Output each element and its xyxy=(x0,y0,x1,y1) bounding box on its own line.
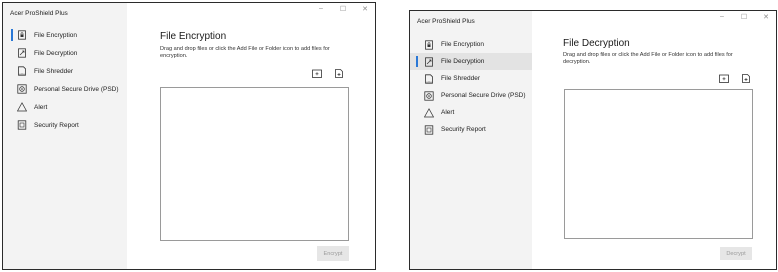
page-title: File Encryption xyxy=(160,31,227,42)
page-description: Drag and drop files or click the Add Fil… xyxy=(160,46,330,59)
security-report-icon xyxy=(17,120,27,130)
sidebar: Acer ProShield Plus File Encryption File… xyxy=(3,3,127,269)
main-panel: File Encryption Drag and drop files or c… xyxy=(127,3,375,269)
page-description: Drag and drop files or click the Add Fil… xyxy=(563,52,733,65)
main-panel: File Decryption Drag and drop files or c… xyxy=(532,11,776,269)
file-drop-zone[interactable] xyxy=(564,89,753,239)
sidebar-item-label: Alert xyxy=(441,109,455,116)
alert-triangle-icon xyxy=(17,102,27,112)
add-file-icon[interactable] xyxy=(334,69,344,78)
sidebar-item-security-report[interactable]: Security Report xyxy=(410,121,532,138)
sidebar-item-label: File Shredder xyxy=(441,75,481,82)
add-folder-icon[interactable] xyxy=(719,74,729,83)
sidebar-item-label: File Decryption xyxy=(441,58,485,65)
decryption-window: Acer ProShield Plus File Encryption File… xyxy=(409,10,777,270)
file-unlock-icon xyxy=(424,56,434,67)
sidebar-item-file-decryption[interactable]: File Decryption xyxy=(3,44,127,62)
sidebar-item-label: Personal Secure Drive (PSD) xyxy=(441,92,526,99)
sidebar-item-label: Alert xyxy=(34,103,48,111)
sidebar-item-label: Personal Secure Drive (PSD) xyxy=(34,85,119,93)
sidebar-item-file-decryption[interactable]: File Decryption xyxy=(410,53,532,70)
shredder-icon xyxy=(17,66,27,76)
sidebar-item-label: Security Report xyxy=(441,126,486,133)
add-folder-icon[interactable] xyxy=(312,69,322,78)
sidebar-nav: File Encryption File Decryption File Shr… xyxy=(410,36,532,138)
encrypt-button[interactable]: Encrypt xyxy=(317,246,349,261)
sidebar-item-psd[interactable]: Personal Secure Drive (PSD) xyxy=(410,87,532,104)
page-title: File Decryption xyxy=(563,38,630,49)
alert-triangle-icon xyxy=(424,107,434,118)
sidebar-nav: File Encryption File Decryption File Shr… xyxy=(3,26,127,134)
shredder-icon xyxy=(424,73,434,84)
security-report-icon xyxy=(424,124,434,135)
secure-drive-icon xyxy=(17,84,27,94)
sidebar-item-psd[interactable]: Personal Secure Drive (PSD) xyxy=(3,80,127,98)
sidebar-item-label: File Shredder xyxy=(34,67,74,75)
encryption-window: Acer ProShield Plus File Encryption File… xyxy=(2,2,376,270)
sidebar-item-label: File Encryption xyxy=(34,31,77,39)
sidebar-item-alert[interactable]: Alert xyxy=(410,104,532,121)
sidebar-item-label: File Decryption xyxy=(34,49,78,57)
secure-drive-icon xyxy=(424,90,434,101)
sidebar-item-file-shredder[interactable]: File Shredder xyxy=(3,62,127,80)
decrypt-button[interactable]: Decrypt xyxy=(720,247,752,260)
sidebar: Acer ProShield Plus File Encryption File… xyxy=(410,11,532,269)
file-drop-zone[interactable] xyxy=(160,87,349,241)
sidebar-item-security-report[interactable]: Security Report xyxy=(3,116,127,134)
sidebar-item-file-encryption[interactable]: File Encryption xyxy=(3,26,127,44)
file-lock-icon xyxy=(424,39,434,50)
sidebar-item-file-shredder[interactable]: File Shredder xyxy=(410,70,532,87)
sidebar-item-label: File Encryption xyxy=(441,41,484,48)
sidebar-item-alert[interactable]: Alert xyxy=(3,98,127,116)
file-unlock-icon xyxy=(17,48,27,58)
sidebar-item-label: Security Report xyxy=(34,121,79,129)
file-lock-icon xyxy=(17,30,27,40)
add-file-icon[interactable] xyxy=(741,74,751,83)
app-title: Acer ProShield Plus xyxy=(10,10,68,17)
app-title: Acer ProShield Plus xyxy=(417,18,475,25)
sidebar-item-file-encryption[interactable]: File Encryption xyxy=(410,36,532,53)
